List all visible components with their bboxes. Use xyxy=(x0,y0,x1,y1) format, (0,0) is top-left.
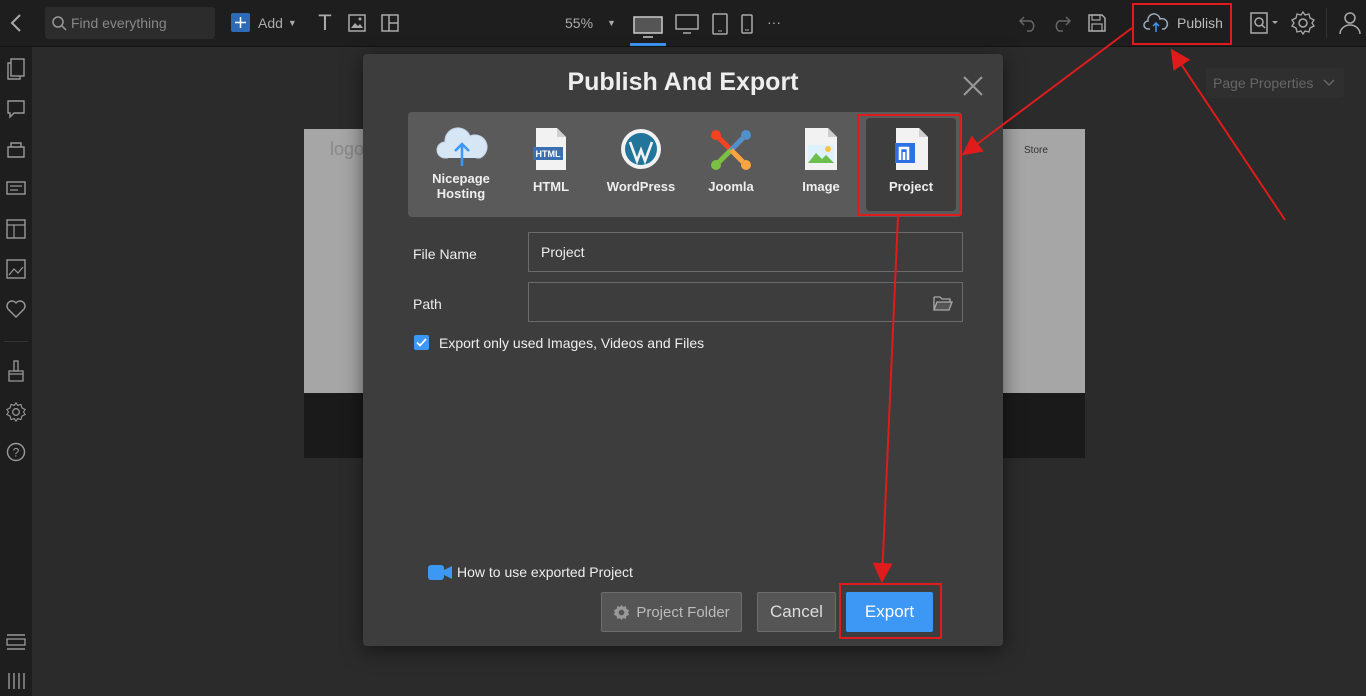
image-tool-icon[interactable] xyxy=(347,13,367,33)
tab-wordpress[interactable]: WordPress xyxy=(596,112,686,217)
logo-text: logo xyxy=(330,139,365,159)
layout-tool-icon[interactable] xyxy=(380,13,400,33)
cancel-label: Cancel xyxy=(770,602,823,621)
export-target-tabs: Nicepage Hosting HTML HTML WordPress Joo… xyxy=(408,112,962,217)
back-arrow-icon[interactable] xyxy=(6,11,26,35)
cancel-button[interactable]: Cancel xyxy=(757,592,836,632)
page-properties-label: Page Properties xyxy=(1213,75,1314,91)
tab-label: HTML xyxy=(532,179,570,194)
tab-nicepage-hosting[interactable]: Nicepage Hosting xyxy=(416,112,506,217)
help-link-text: How to use exported Project xyxy=(457,564,633,580)
user-account-icon[interactable] xyxy=(1337,10,1363,36)
search-placeholder: Find everything xyxy=(71,15,167,31)
html-badge-text: HTML xyxy=(535,149,561,159)
layouts-icon[interactable] xyxy=(4,217,28,241)
wordpress-icon xyxy=(621,129,661,169)
joomla-icon xyxy=(711,130,751,170)
cloud-upload-icon xyxy=(436,127,488,166)
chevron-down-icon: ▼ xyxy=(287,18,297,28)
folder-open-icon[interactable] xyxy=(933,294,953,311)
chevron-down-icon xyxy=(1323,79,1335,87)
project-folder-button[interactable]: Project Folder xyxy=(601,592,742,632)
publish-export-dialog: Publish And Export Nicepage Hosting HTML… xyxy=(363,54,1003,646)
site-settings-gear-icon[interactable] xyxy=(4,400,28,424)
more-views-icon[interactable]: ··· xyxy=(762,12,786,32)
settings-gear-icon[interactable] xyxy=(1290,10,1316,36)
cloud-upload-icon xyxy=(1143,13,1169,32)
tab-html[interactable]: HTML HTML xyxy=(506,112,596,217)
close-icon[interactable] xyxy=(961,74,985,98)
media-icon[interactable] xyxy=(4,257,28,281)
path-input[interactable] xyxy=(528,282,963,322)
gear-icon xyxy=(614,604,630,620)
top-toolbar: Find everything Add ▼ T 55% ▼ ··· Publis… xyxy=(0,0,1366,47)
file-name-value: Project xyxy=(541,244,585,260)
page-properties-dropdown[interactable]: Page Properties xyxy=(1206,68,1344,98)
add-plus-icon[interactable] xyxy=(231,13,250,32)
columns-icon[interactable] xyxy=(4,669,28,693)
favorites-heart-icon[interactable] xyxy=(4,297,28,321)
more-label: ··· xyxy=(767,14,781,30)
file-name-label: File Name xyxy=(413,246,477,262)
path-label: Path xyxy=(413,296,442,312)
tab-label-line2: Hosting xyxy=(436,186,486,201)
file-name-input[interactable]: Project xyxy=(528,232,963,272)
tab-label-line1: Nicepage xyxy=(432,171,490,186)
redo-icon[interactable] xyxy=(1048,11,1074,35)
save-icon[interactable] xyxy=(1085,11,1109,35)
search-icon xyxy=(52,16,67,31)
comments-icon[interactable] xyxy=(4,97,28,121)
tab-label: WordPress xyxy=(606,179,676,194)
checkbox-label: Export only used Images, Videos and File… xyxy=(439,335,705,351)
tab-joomla[interactable]: Joomla xyxy=(686,112,776,217)
text-tool-icon[interactable]: T xyxy=(315,10,335,35)
preview-icon[interactable] xyxy=(1247,11,1281,35)
tab-label: Project xyxy=(888,179,934,194)
zoom-value: 55% xyxy=(565,15,594,31)
nav-store-link: Store xyxy=(1024,145,1048,156)
project-folder-label: Project Folder xyxy=(636,603,730,621)
nicepage-project-icon xyxy=(895,128,928,170)
svg-text:?: ? xyxy=(13,446,20,460)
video-camera-icon xyxy=(428,564,452,580)
checkmark-icon xyxy=(416,338,427,347)
mobile-view-icon[interactable] xyxy=(738,13,756,35)
left-sidebar: ? xyxy=(0,47,32,696)
blocks-icon[interactable] xyxy=(4,137,28,161)
tab-label: Joomla xyxy=(708,179,754,194)
help-icon[interactable]: ? xyxy=(4,440,28,464)
image-file-icon xyxy=(805,128,837,170)
tab-project[interactable]: Project xyxy=(866,118,956,211)
export-label: Export xyxy=(864,602,915,621)
tablet-view-icon[interactable] xyxy=(710,12,730,36)
export-button[interactable]: Export xyxy=(846,592,933,632)
publish-button[interactable]: Publish xyxy=(1139,8,1229,38)
toolbar-divider xyxy=(1326,8,1327,38)
laptop-view-icon[interactable] xyxy=(674,12,700,36)
sections-icon[interactable] xyxy=(4,177,28,201)
zoom-select[interactable]: 55% ▼ xyxy=(565,13,625,33)
tab-label: Image xyxy=(802,179,840,194)
add-button[interactable]: Add ▼ xyxy=(258,12,304,34)
help-video-link[interactable]: How to use exported Project xyxy=(428,564,633,580)
publish-label: Publish xyxy=(1177,15,1223,31)
chevron-down-icon: ▼ xyxy=(607,18,616,28)
search-input[interactable]: Find everything xyxy=(45,7,215,39)
export-used-checkbox[interactable] xyxy=(414,335,429,350)
desktop-view-icon[interactable] xyxy=(630,10,666,46)
undo-icon[interactable] xyxy=(1016,11,1042,35)
sidebar-divider xyxy=(4,341,28,342)
theme-brush-icon[interactable] xyxy=(4,359,28,383)
layers-list-icon[interactable] xyxy=(4,630,28,654)
tab-image[interactable]: Image xyxy=(776,112,866,217)
add-label: Add xyxy=(258,15,283,31)
pages-icon[interactable] xyxy=(4,57,28,81)
dialog-title: Publish And Export xyxy=(567,68,799,96)
